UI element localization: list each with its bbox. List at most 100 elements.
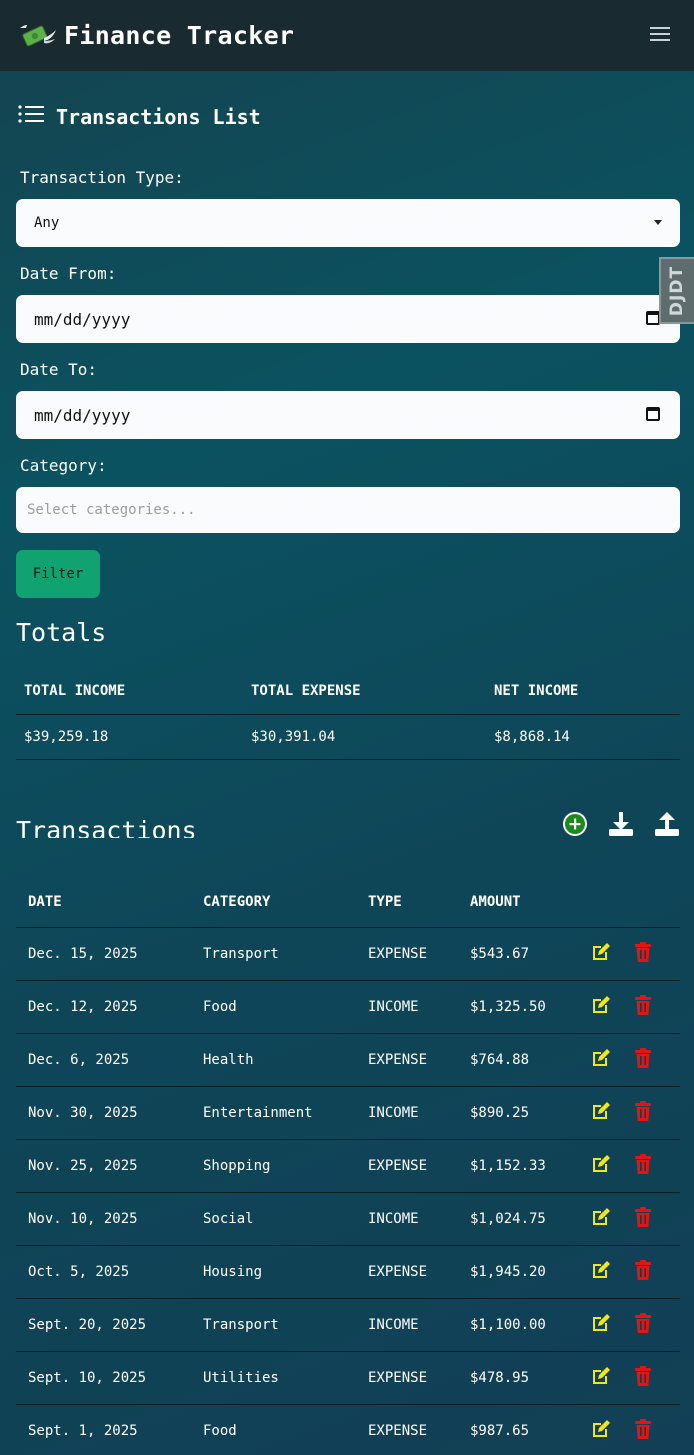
date-to-label: Date To: bbox=[20, 360, 98, 379]
transaction-type-value: Any bbox=[34, 215, 60, 231]
totals-table: TOTAL INCOME TOTAL EXPENSE NET INCOME $3… bbox=[16, 669, 680, 760]
column-header-amount: AMOUNT bbox=[458, 877, 590, 928]
cell-category: Housing bbox=[191, 1245, 356, 1299]
edit-icon[interactable] bbox=[590, 1047, 612, 1069]
table-row: Dec. 15, 2025 Transport EXPENSE $543.67 bbox=[16, 927, 680, 981]
cell-type: EXPENSE bbox=[356, 927, 458, 981]
category-label: Category: bbox=[20, 456, 107, 475]
date-to-input[interactable]: mm/dd/yyyy bbox=[16, 391, 680, 439]
trash-icon[interactable] bbox=[632, 1153, 654, 1175]
cell-actions bbox=[590, 1033, 680, 1087]
date-from-value: mm/dd/yyyy bbox=[34, 309, 131, 329]
totals-title: Totals bbox=[16, 618, 107, 647]
cell-date: Nov. 10, 2025 bbox=[16, 1192, 191, 1246]
cell-amount: $1,024.75 bbox=[458, 1192, 590, 1246]
cell-amount: $1,100.00 bbox=[458, 1298, 590, 1352]
table-row: Nov. 30, 2025 Entertainment INCOME $890.25 bbox=[16, 1086, 680, 1140]
section-title-text: Transactions List bbox=[56, 104, 261, 129]
cell-date: Oct. 5, 2025 bbox=[16, 1245, 191, 1299]
calendar-icon[interactable] bbox=[646, 407, 660, 421]
category-multiselect[interactable]: Select categories... bbox=[16, 487, 680, 533]
edit-icon[interactable] bbox=[590, 1418, 612, 1440]
cell-date: Nov. 25, 2025 bbox=[16, 1139, 191, 1193]
cell-category: Food bbox=[191, 980, 356, 1034]
cell-actions bbox=[590, 980, 680, 1034]
table-row: Sept. 10, 2025 Utilities EXPENSE $478.95 bbox=[16, 1351, 680, 1405]
date-from-input[interactable]: mm/dd/yyyy bbox=[16, 295, 680, 343]
cell-category: Health bbox=[191, 1033, 356, 1087]
cell-category: Utilities bbox=[191, 1351, 356, 1405]
brand[interactable]: Finance Tracker bbox=[16, 18, 294, 54]
cell-date: Nov. 30, 2025 bbox=[16, 1086, 191, 1140]
cell-actions bbox=[590, 1245, 680, 1299]
cell-amount: $1,325.50 bbox=[458, 980, 590, 1034]
cell-amount: $478.95 bbox=[458, 1351, 590, 1405]
cell-category: Transport bbox=[191, 927, 356, 981]
cell-type: EXPENSE bbox=[356, 1139, 458, 1193]
net-income-value: $8,868.14 bbox=[486, 714, 680, 760]
date-to-value: mm/dd/yyyy bbox=[34, 405, 131, 425]
cell-type: INCOME bbox=[356, 1192, 458, 1246]
edit-icon[interactable] bbox=[590, 1100, 612, 1122]
chevron-down-icon bbox=[654, 220, 662, 225]
cell-date: Dec. 6, 2025 bbox=[16, 1033, 191, 1087]
cell-actions bbox=[590, 927, 680, 981]
cell-actions bbox=[590, 1139, 680, 1193]
trash-icon[interactable] bbox=[632, 1259, 654, 1281]
edit-icon[interactable] bbox=[590, 941, 612, 963]
total-expense-value: $30,391.04 bbox=[243, 714, 486, 760]
cell-date: Sept. 20, 2025 bbox=[16, 1298, 191, 1352]
edit-icon[interactable] bbox=[590, 994, 612, 1016]
trash-icon[interactable] bbox=[632, 1206, 654, 1228]
cell-category: Shopping bbox=[191, 1139, 356, 1193]
cell-amount: $890.25 bbox=[458, 1086, 590, 1140]
cell-type: EXPENSE bbox=[356, 1404, 458, 1455]
column-header-date: DATE bbox=[16, 877, 191, 928]
column-header-actions bbox=[590, 877, 680, 928]
edit-icon[interactable] bbox=[590, 1153, 612, 1175]
column-header-type: TYPE bbox=[356, 877, 458, 928]
calendar-icon[interactable] bbox=[646, 311, 660, 325]
date-from-label: Date From: bbox=[20, 264, 117, 283]
upload-icon[interactable] bbox=[654, 810, 680, 838]
trash-icon[interactable] bbox=[632, 1100, 654, 1122]
transactions-header-row: DATE CATEGORY TYPE AMOUNT bbox=[16, 877, 680, 928]
edit-icon[interactable] bbox=[590, 1365, 612, 1387]
trash-icon[interactable] bbox=[632, 1365, 654, 1387]
cell-amount: $987.65 bbox=[458, 1404, 590, 1455]
total-income-value: $39,259.18 bbox=[16, 714, 243, 760]
edit-icon[interactable] bbox=[590, 1206, 612, 1228]
cell-actions bbox=[590, 1086, 680, 1140]
filter-button[interactable]: Filter bbox=[16, 550, 100, 598]
hamburger-icon[interactable] bbox=[650, 24, 670, 44]
trash-icon[interactable] bbox=[632, 994, 654, 1016]
totals-row: $39,259.18 $30,391.04 $8,868.14 bbox=[16, 714, 680, 760]
type-label: Transaction Type: bbox=[20, 168, 184, 187]
edit-icon[interactable] bbox=[590, 1312, 612, 1334]
transaction-tools bbox=[562, 810, 680, 838]
transactions-body: Dec. 15, 2025 Transport EXPENSE $543.67 Dec.… bbox=[16, 927, 680, 1455]
download-icon[interactable] bbox=[608, 810, 634, 838]
transaction-type-select[interactable]: Any bbox=[16, 199, 680, 247]
cell-category: Transport bbox=[191, 1298, 356, 1352]
trash-icon[interactable] bbox=[632, 1418, 654, 1440]
debug-toolbar-handle[interactable]: DJDT bbox=[659, 257, 694, 324]
cell-actions bbox=[590, 1404, 680, 1455]
table-row: Dec. 6, 2025 Health EXPENSE $764.88 bbox=[16, 1033, 680, 1087]
trash-icon[interactable] bbox=[632, 1312, 654, 1334]
trash-icon[interactable] bbox=[632, 1047, 654, 1069]
cell-date: Dec. 12, 2025 bbox=[16, 980, 191, 1034]
category-placeholder: Select categories... bbox=[27, 502, 196, 518]
money-wings-icon bbox=[16, 18, 56, 54]
cell-type: EXPENSE bbox=[356, 1033, 458, 1087]
cell-date: Sept. 1, 2025 bbox=[16, 1404, 191, 1455]
totals-header: TOTAL EXPENSE bbox=[243, 669, 486, 715]
section-title: Transactions List bbox=[18, 104, 261, 129]
cell-date: Sept. 10, 2025 bbox=[16, 1351, 191, 1405]
totals-header: NET INCOME bbox=[486, 669, 680, 715]
edit-icon[interactable] bbox=[590, 1259, 612, 1281]
plus-circle-icon[interactable] bbox=[562, 810, 588, 838]
cell-type: INCOME bbox=[356, 1298, 458, 1352]
trash-icon[interactable] bbox=[632, 941, 654, 963]
totals-header-row: TOTAL INCOME TOTAL EXPENSE NET INCOME bbox=[16, 669, 680, 715]
